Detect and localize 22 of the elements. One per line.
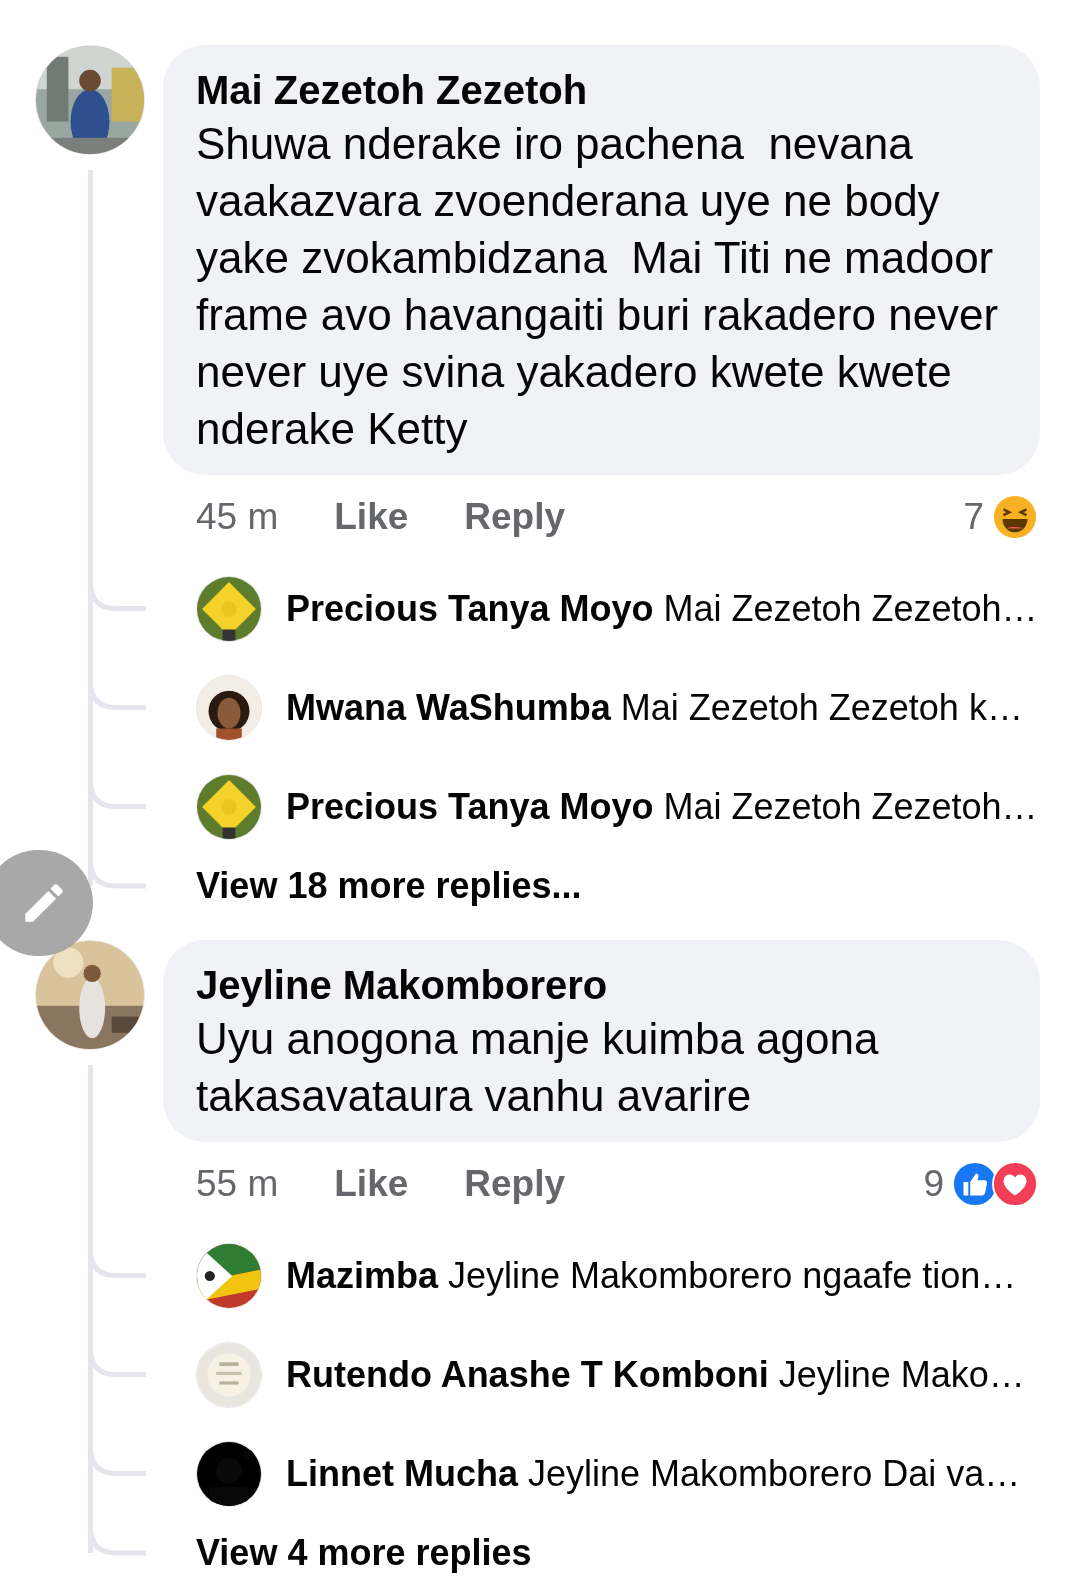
reaction-count[interactable]: 9 (923, 1156, 944, 1212)
reply-preview[interactable]: Precious Tanya Moyo Mai Zezetoh Zezetoh… (286, 779, 1038, 834)
timestamp: 55 m (196, 1162, 279, 1207)
reaction-count[interactable]: 7 (963, 489, 984, 545)
reply-button[interactable]: Reply (464, 1156, 566, 1212)
reply-preview[interactable]: Rutendo Anashe T Komboni Jeyline Mako… (286, 1347, 1025, 1402)
view-more-replies-link[interactable]: View 18 more replies... (196, 859, 582, 913)
reply-preview[interactable]: Linnet Mucha Jeyline Makomborero Dai va… (286, 1446, 1021, 1501)
reply-preview[interactable]: Mwana WaShumba Mai Zezetoh Zezetoh k… (286, 680, 1023, 735)
reply-button[interactable]: Reply (464, 489, 566, 545)
author-name[interactable]: Mai Zezetoh Zezetoh (196, 65, 1010, 115)
view-more-replies-link[interactable]: View 4 more replies (196, 1526, 532, 1580)
like-button[interactable]: Like (334, 489, 409, 545)
timestamp: 45 m (196, 495, 279, 540)
author-name[interactable]: Jeyline Makomborero (196, 960, 1010, 1010)
like-button[interactable]: Like (334, 1156, 409, 1212)
reply-preview[interactable]: Precious Tanya Moyo Mai Zezetoh Zezetoh… (286, 581, 1038, 636)
comment-text: Shuwa nderake iro pachena nevana vaakazvara zvoenderana uye ne body yake zvokambidzana Mai Titi ne madoor frame avo havangaiti buri rakadero never never uye svina yakadero kwete kwete nderake Ketty (196, 118, 1000, 455)
comment-text: Uyu anogona manje kuimba agona takasavataura vanhu avarire (196, 1013, 880, 1122)
reply-preview[interactable]: Mazimba Jeyline Makomborero ngaafe tion… (286, 1248, 1017, 1303)
laughing-face-icon (992, 494, 1038, 540)
edit-button[interactable] (0, 850, 93, 956)
